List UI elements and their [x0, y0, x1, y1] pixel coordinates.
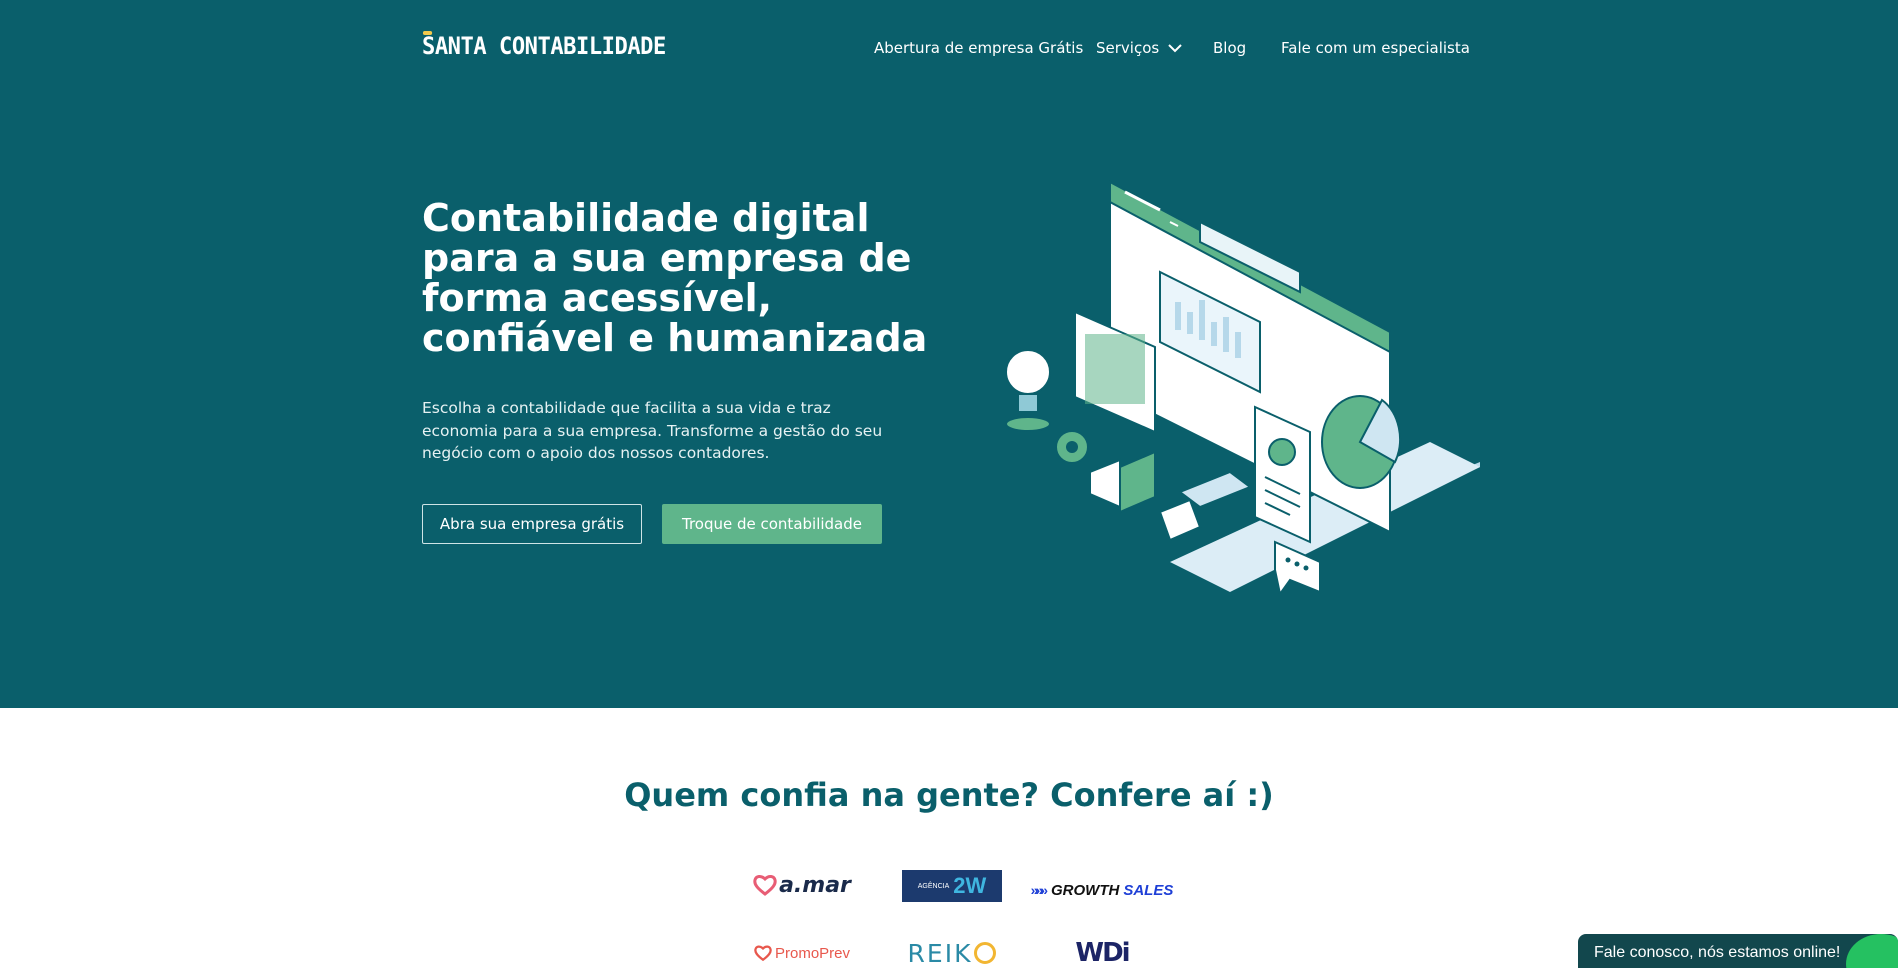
client-logo-small-text: AGÊNCIA [917, 882, 950, 890]
nav-item-abertura[interactable]: Abertura de empresa Grátis [874, 38, 1083, 58]
brand-name: SANTA CONTABILIDADE [422, 32, 666, 60]
nav-item-label: Abertura de empresa Grátis [874, 39, 1084, 57]
heart-icon [753, 875, 777, 896]
nav-item-blog[interactable]: Blog [1213, 38, 1246, 58]
halo-icon [422, 31, 433, 35]
headline-line-2: para a sua empresa de [422, 236, 912, 280]
double-arrow-icon: »»» [1030, 882, 1048, 898]
client-logo-text-b: SALES [1123, 881, 1174, 899]
headline-line-4a: confiável [422, 316, 616, 360]
chat-widget[interactable]: Fale conosco, nós estamos online! [1578, 934, 1898, 968]
client-logo-agencia-2w: AGÊNCIA 2W [902, 870, 1002, 902]
headline-line-4c: humanizada [667, 316, 928, 360]
client-logo-text: PromoPrev [774, 944, 851, 962]
trust-heading: Quem confia na gente? Confere aí :) [0, 776, 1898, 814]
trust-heading-c: na gente? Confere aí :) [849, 776, 1274, 814]
hero-headline: Contabilidade digital para a sua empresa… [422, 198, 942, 358]
client-logo-text: a.mar [779, 872, 851, 898]
nav-item-label: Blog [1213, 39, 1247, 57]
hero-subtitle: Escolha a contabilidade que facilita a s… [422, 399, 883, 462]
heart-icon [754, 945, 772, 962]
chevron-down-icon [1168, 44, 1182, 53]
client-logo-wdi: WDi [1062, 938, 1142, 968]
client-logo-reiko: REIK [902, 938, 1002, 968]
nav-item-label: Serviços [1096, 39, 1160, 57]
client-logo-text: WDi [1075, 938, 1130, 968]
headline-line-1: Contabilidade digital [422, 196, 870, 240]
trust-heading-b: confia [740, 776, 850, 814]
open-company-button[interactable]: Abra sua empresa grátis [422, 504, 642, 544]
headline-line-3c: , [757, 276, 773, 320]
client-logo-growth-sales: »»» GROWTH SALES [1030, 878, 1174, 902]
circle-o-icon [974, 942, 997, 964]
whatsapp-icon [1846, 934, 1898, 968]
switch-accounting-button[interactable]: Troque de contabilidade [662, 504, 882, 544]
headline-line-4b: e [615, 316, 668, 360]
client-logo-text-a: GROWTH [1051, 881, 1120, 899]
nav-item-servicos[interactable]: Serviços [1096, 38, 1183, 58]
headline-line-3a: forma [422, 276, 562, 320]
chat-label: Fale conosco, nós estamos online! [1594, 944, 1841, 961]
client-logo-promoprev: PromoPrev [752, 940, 852, 966]
hero-section: SANTA CONTABILIDADE Abertura de empresa … [0, 0, 1898, 708]
client-logo-text: REIK [907, 938, 973, 968]
brand-logo[interactable]: SANTA CONTABILIDADE [422, 30, 666, 62]
client-logo-text: 2W [953, 873, 987, 898]
accounting-illustration [1005, 180, 1480, 597]
trust-heading-a: Quem [624, 776, 741, 814]
nav-item-label: Fale com um especialista [1281, 39, 1470, 57]
client-logo-amar: a.mar [752, 870, 852, 900]
headline-line-3b: acessível [561, 276, 758, 320]
nav-item-especialista[interactable]: Fale com um especialista [1281, 38, 1470, 58]
